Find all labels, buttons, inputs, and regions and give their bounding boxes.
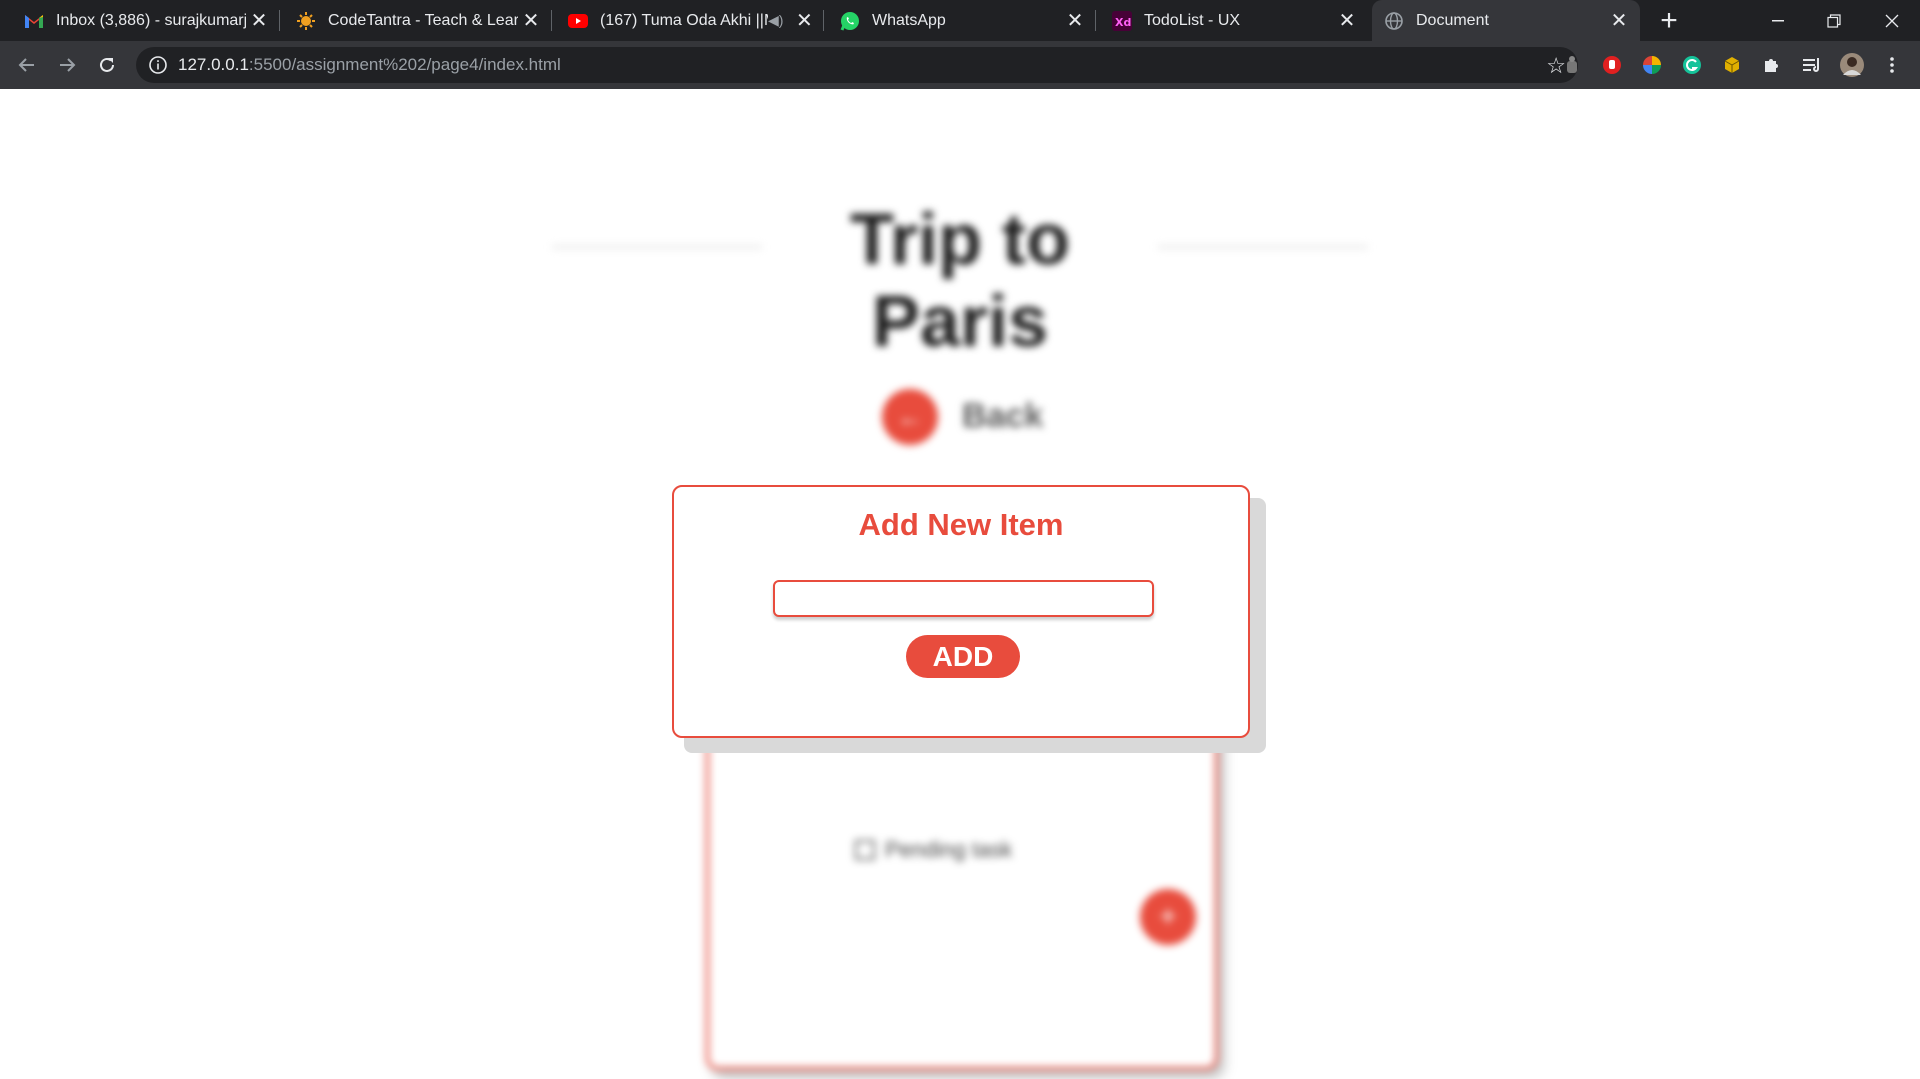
modal-title: Add New Item [858, 507, 1064, 542]
tab-document[interactable]: Document ✕ [1372, 0, 1640, 41]
extensions-puzzle-icon[interactable] [1760, 53, 1784, 77]
youtube-icon [568, 11, 588, 31]
extension-color-wheel-icon[interactable] [1640, 53, 1664, 77]
checkbox[interactable] [855, 840, 875, 860]
codetantra-icon [296, 11, 316, 31]
extension-yellow-cube-icon[interactable] [1720, 53, 1744, 77]
tab-whatsapp[interactable]: WhatsApp ✕ [828, 0, 1096, 41]
tab-youtube[interactable]: (167) Tuma Oda Akhi ||Mantu ◀) ✕ [556, 0, 824, 41]
task-list-card: Pending task [706, 709, 1218, 1070]
gmail-icon [24, 11, 44, 31]
tab-adobe-xd[interactable]: Xd TodoList - UX ✕ [1100, 0, 1368, 41]
close-icon[interactable]: ✕ [1334, 8, 1360, 34]
list-item-label: Pending task [885, 837, 1013, 862]
close-icon[interactable]: ✕ [791, 8, 817, 34]
globe-icon [1384, 11, 1404, 31]
close-window-button[interactable] [1864, 0, 1920, 41]
tab-title: Document [1416, 11, 1489, 29]
add-fab-button[interactable]: + [1140, 889, 1196, 945]
address-bar[interactable]: 127.0.0.1:5500/assignment%202/page4/inde… [136, 47, 1578, 83]
close-icon[interactable]: ✕ [246, 8, 272, 34]
url-host: 127.0.0.1 [178, 55, 249, 74]
back-button[interactable]: ← [882, 389, 938, 445]
back-label: Back [962, 397, 1044, 435]
page-title: Trip to Paris [850, 200, 1070, 362]
close-icon[interactable]: ✕ [518, 8, 544, 34]
forward-arrow-icon[interactable] [52, 50, 82, 80]
avatar[interactable] [1840, 53, 1864, 77]
menu-kebab-icon[interactable] [1880, 53, 1904, 77]
tab-gmail[interactable]: Inbox (3,886) - surajkumarjena ✕ [12, 0, 280, 41]
minimize-button[interactable] [1750, 0, 1806, 41]
add-item-modal: Add New Item ADD [672, 485, 1250, 738]
tab-title: CodeTantra - Teach & Learn Anywhere [328, 11, 518, 29]
tab-title: TodoList - UX [1144, 11, 1241, 29]
heading-divider-right [1158, 246, 1368, 248]
close-icon[interactable]: ✕ [1606, 8, 1632, 34]
web-page: Trip to Paris ← Back Pending task + Add … [0, 89, 1920, 1079]
speaker-icon[interactable]: ◀) [768, 12, 783, 29]
tab-title: (167) Tuma Oda Akhi ||Mantu [600, 11, 768, 29]
reload-icon[interactable] [92, 50, 122, 80]
back-arrow-icon[interactable] [12, 50, 42, 80]
new-tab-button[interactable]: + [1654, 4, 1684, 37]
svg-text:Xd: Xd [1115, 16, 1131, 29]
adobe-xd-icon: Xd [1112, 10, 1132, 31]
url-path: :5500/assignment%202/page4/index.html [248, 55, 561, 74]
url-text: 127.0.0.1:5500/assignment%202/page4/inde… [178, 55, 561, 75]
new-item-input[interactable] [773, 580, 1154, 617]
extension-gray-icon[interactable] [1560, 53, 1584, 77]
browser-toolbar: 127.0.0.1:5500/assignment%202/page4/inde… [0, 41, 1920, 89]
tab-codetantra[interactable]: CodeTantra - Teach & Learn Anywhere ✕ [284, 0, 552, 41]
add-button[interactable]: ADD [906, 635, 1020, 678]
tab-title: WhatsApp [872, 11, 946, 29]
info-icon[interactable] [148, 55, 168, 75]
heading-divider-left [552, 246, 762, 248]
grammarly-icon[interactable] [1680, 53, 1704, 77]
list-item[interactable]: Pending task [855, 837, 1012, 863]
tab-title: Inbox (3,886) - surajkumarjena [56, 11, 246, 29]
extension-red-hand-icon[interactable] [1600, 53, 1624, 77]
reading-list-icon[interactable] [1800, 53, 1824, 77]
close-icon[interactable]: ✕ [1062, 8, 1088, 34]
restore-button[interactable] [1806, 0, 1862, 41]
tab-strip: Inbox (3,886) - surajkumarjena ✕ CodeTan… [0, 0, 1920, 41]
whatsapp-icon [840, 11, 860, 31]
